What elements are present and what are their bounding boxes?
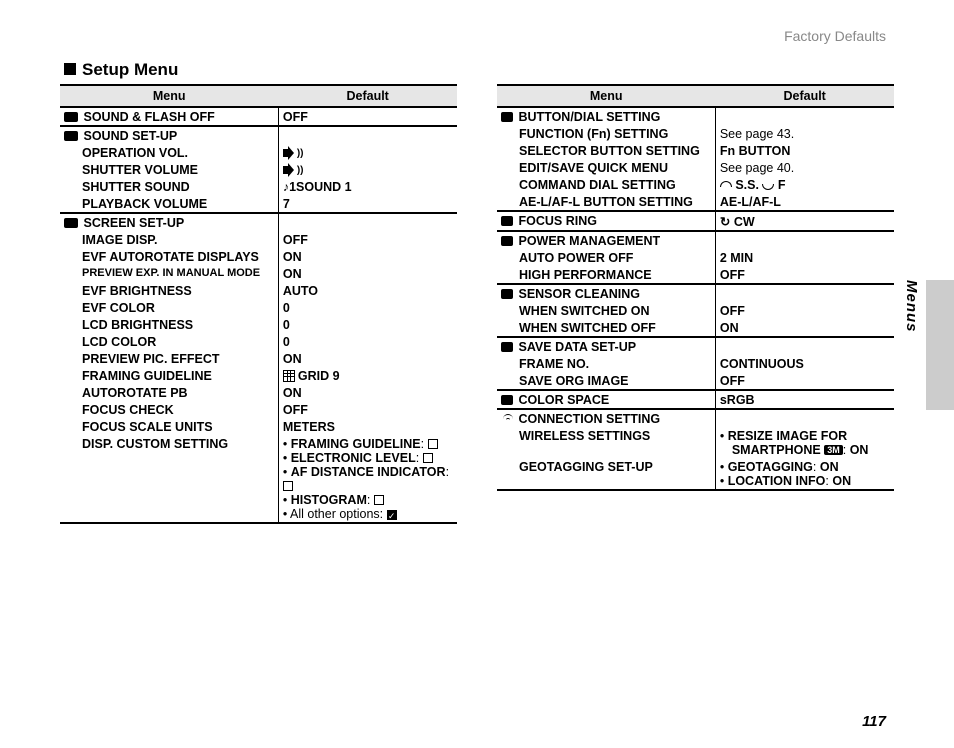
row-focus-ring: FOCUS RING↻ CW (497, 211, 894, 231)
checkbox-empty-icon (283, 481, 293, 491)
col-header-default: Default (715, 85, 894, 107)
col-header-menu: Menu (497, 85, 715, 107)
page-number: 117 (862, 713, 886, 730)
row-command-dial: COMMAND DIAL SETTING S.S. F (497, 176, 894, 193)
row-wireless: WIRELESS SETTINGS RESIZE IMAGE FOR SMART… (497, 427, 894, 458)
rear-dial-icon (762, 184, 774, 190)
row-disp-custom: DISP. CUSTOM SETTING FRAMING GUIDELINE: … (60, 435, 457, 523)
table-row: FOCUS CHECKOFF (60, 401, 457, 418)
rotate-cw-icon: ↻ (720, 214, 730, 229)
row-connection: CONNECTION SETTING (497, 409, 894, 427)
row-sound-setup: SOUND SET-UP (60, 126, 457, 144)
row-color-space: COLOR SPACEsRGB (497, 390, 894, 409)
row-screen-setup: SCREEN SET-UP (60, 213, 457, 231)
section-title-setup-menu: Setup Menu (64, 60, 894, 80)
wifi-icon (501, 414, 515, 424)
table-row: WHEN SWITCHED OFFON (497, 319, 894, 337)
table-row: HIGH PERFORMANCEOFF (497, 266, 894, 284)
row-button-dial: BUTTON/DIAL SETTING (497, 107, 894, 125)
row-shutter-volume: SHUTTER VOLUME )) (60, 161, 457, 178)
menu-icon (501, 236, 513, 246)
front-dial-icon (720, 181, 732, 187)
speaker-icon (283, 147, 299, 159)
speaker-icon (283, 164, 299, 176)
table-row: SELECTOR BUTTON SETTINGFn BUTTON (497, 142, 894, 159)
table-row: FRAME NO.CONTINUOUS (497, 355, 894, 372)
checkbox-empty-icon (374, 495, 384, 505)
table-row: EVF COLOR0 (60, 299, 457, 316)
row-sensor-clean: SENSOR CLEANING (497, 284, 894, 302)
setup-table-right: Menu Default BUTTON/DIAL SETTING FUNCTIO… (497, 84, 894, 491)
table-row: WHEN SWITCHED ONOFF (497, 302, 894, 319)
table-row: FOCUS SCALE UNITSMETERS (60, 418, 457, 435)
side-section-label: Menus (903, 280, 920, 333)
row-sound-flash-off: SOUND & FLASH OFF OFF (60, 107, 457, 126)
table-row: AUTO POWER OFF2 MIN (497, 249, 894, 266)
table-row: AUTOROTATE PBON (60, 384, 457, 401)
setup-table-left: Menu Default SOUND & FLASH OFF OFF SOUND… (60, 84, 457, 524)
table-row: EDIT/SAVE QUICK MENUSee page 40. (497, 159, 894, 176)
checkbox-empty-icon (428, 439, 438, 449)
side-thumb-tab (926, 280, 954, 410)
left-column: Menu Default SOUND & FLASH OFF OFF SOUND… (60, 84, 457, 524)
row-geotag: GEOTAGGING SET-UP GEOTAGGING: ON LOCATIO… (497, 458, 894, 490)
table-row: LCD BRIGHTNESS0 (60, 316, 457, 333)
grid-icon (283, 370, 295, 382)
table-row: EVF AUTOROTATE DISPLAYSON (60, 248, 457, 265)
breadcrumb: Factory Defaults (784, 28, 886, 44)
menu-icon (64, 218, 78, 228)
checkbox-checked-icon: ✓ (387, 510, 397, 520)
table-row: EVF BRIGHTNESSAUTO (60, 282, 457, 299)
col-header-menu: Menu (60, 85, 278, 107)
table-row: PREVIEW PIC. EFFECTON (60, 350, 457, 367)
row-framing-guideline: FRAMING GUIDELINEGRID 9 (60, 367, 457, 384)
right-column: Menu Default BUTTON/DIAL SETTING FUNCTIO… (497, 84, 894, 524)
col-header-default: Default (278, 85, 457, 107)
table-row: SAVE ORG IMAGEOFF (497, 372, 894, 390)
menu-icon (501, 112, 513, 122)
table-row: PREVIEW EXP. IN MANUAL MODEON (60, 265, 457, 282)
row-shutter-sound: SHUTTER SOUND ♪1SOUND 1 (60, 178, 457, 195)
checkbox-empty-icon (423, 453, 433, 463)
table-row: IMAGE DISP.OFF (60, 231, 457, 248)
menu-icon (501, 289, 513, 299)
menu-icon (501, 395, 513, 405)
menu-icon (64, 131, 78, 141)
row-power-mgmt: POWER MANAGEMENT (497, 231, 894, 249)
menu-icon (501, 216, 513, 226)
size-3m-icon: 3M (824, 445, 843, 455)
menu-icon (64, 112, 78, 122)
table-row: FUNCTION (Fn) SETTINGSee page 43. (497, 125, 894, 142)
row-operation-vol: OPERATION VOL. )) (60, 144, 457, 161)
menu-icon (501, 342, 513, 352)
row-playback-volume: PLAYBACK VOLUME 7 (60, 195, 457, 213)
table-row: AE-L/AF-L BUTTON SETTINGAE-L/AF-L (497, 193, 894, 211)
row-save-data: SAVE DATA SET-UP (497, 337, 894, 355)
table-row: LCD COLOR0 (60, 333, 457, 350)
